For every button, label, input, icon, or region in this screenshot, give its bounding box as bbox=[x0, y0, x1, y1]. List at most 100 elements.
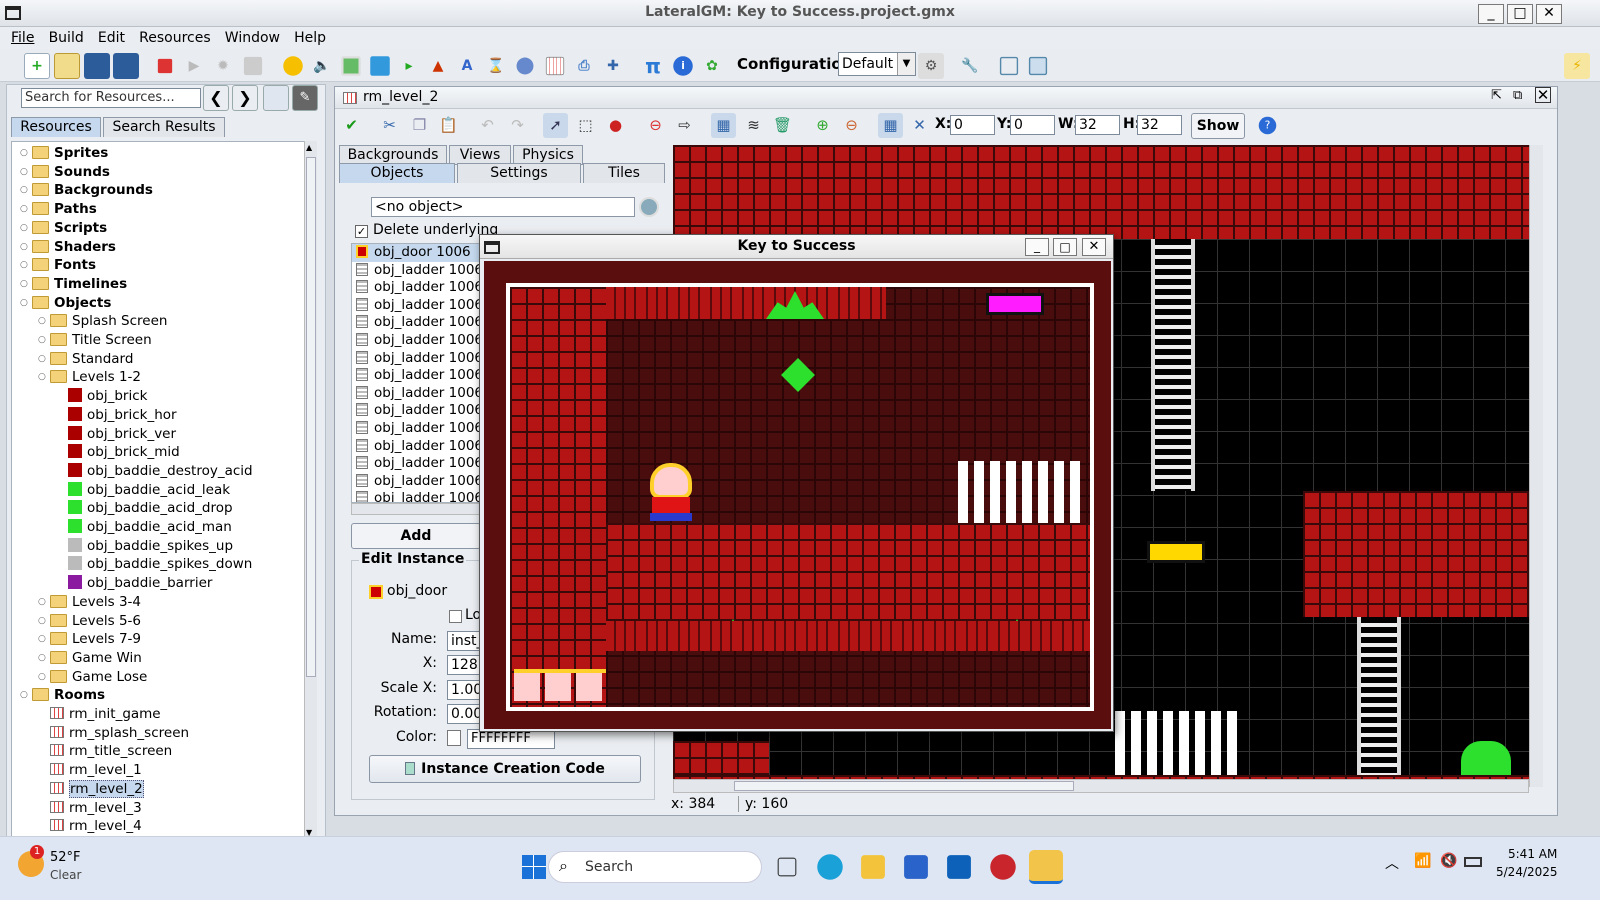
tree-item[interactable]: obj_brick bbox=[68, 387, 147, 405]
instance-item[interactable]: obj_ladder 1006 bbox=[352, 402, 480, 420]
instance-item[interactable]: obj_ladder 1006 bbox=[352, 279, 480, 297]
add-object-icon[interactable] bbox=[516, 57, 534, 75]
canvas-hscroll[interactable] bbox=[673, 779, 1529, 793]
add-sprite-icon[interactable] bbox=[283, 56, 303, 76]
delete-underlying-checkbox[interactable]: ✓ bbox=[355, 225, 368, 238]
stop-icon[interactable] bbox=[157, 58, 173, 74]
game-maximize-button[interactable]: □ bbox=[1053, 238, 1077, 256]
tree-item[interactable]: obj_baddie_acid_leak bbox=[68, 481, 230, 499]
instance-item[interactable]: obj_ladder 1006 bbox=[352, 385, 480, 403]
tree-item[interactable]: obj_baddie_acid_man bbox=[68, 518, 232, 536]
tree-item[interactable]: ○ Shaders bbox=[20, 238, 116, 256]
tree-item[interactable]: ○ Scripts bbox=[20, 219, 107, 237]
tree-item[interactable]: obj_brick_ver bbox=[68, 425, 176, 443]
tree-item[interactable]: rm_level_3 bbox=[50, 799, 142, 817]
expand-icon[interactable]: ○ bbox=[20, 219, 29, 237]
lock-checkbox[interactable] bbox=[449, 610, 462, 623]
maximize-button[interactable]: □ bbox=[1507, 4, 1533, 24]
instance-list[interactable]: obj_door 1006 obj_ladder 1006 obj_ladder 1… bbox=[351, 243, 481, 503]
room-close-icon[interactable]: ✕ bbox=[1535, 87, 1551, 103]
instance-item[interactable]: obj_ladder 1006 bbox=[352, 490, 480, 502]
preferences-icon[interactable]: 🔧 bbox=[957, 53, 983, 79]
expand-icon[interactable]: ○ bbox=[38, 331, 47, 349]
ok-icon[interactable]: ✔ bbox=[339, 113, 364, 138]
tab-objects[interactable]: Objects bbox=[339, 163, 455, 183]
add-extension-icon[interactable]: ✚ bbox=[600, 53, 626, 79]
expand-icon[interactable]: ○ bbox=[20, 163, 29, 181]
instance-item[interactable]: obj_ladder 1006 bbox=[352, 473, 480, 491]
instance-item[interactable]: obj_ladder 1006 bbox=[352, 350, 480, 368]
restore-icon[interactable]: ⧉ bbox=[1513, 88, 1522, 103]
objects-layer-icon[interactable]: ▦ bbox=[711, 113, 736, 138]
color-swatch[interactable] bbox=[447, 730, 461, 746]
tree-item[interactable]: rm_level_1 bbox=[50, 761, 142, 779]
run-icon[interactable]: ▶ bbox=[181, 53, 207, 79]
tree-item[interactable]: ○ Splash Screen bbox=[38, 312, 167, 330]
instance-item[interactable]: obj_ladder 1006 bbox=[352, 297, 480, 315]
grid-y-field[interactable]: 0 bbox=[1010, 115, 1055, 135]
instance-item[interactable]: obj_ladder 1006 bbox=[352, 262, 480, 280]
undo-icon[interactable]: ↶ bbox=[475, 113, 500, 138]
task-view-icon[interactable] bbox=[777, 857, 797, 877]
add-background-icon[interactable] bbox=[341, 56, 361, 76]
tree-item[interactable]: obj_baddie_spikes_down bbox=[68, 555, 252, 573]
tree-item[interactable]: ○ Fonts bbox=[20, 256, 96, 274]
isometric-icon[interactable]: ✕ bbox=[907, 113, 932, 138]
tree-item[interactable]: ○ Game Lose bbox=[38, 668, 147, 686]
tree-item[interactable]: obj_baddie_spikes_up bbox=[68, 537, 233, 555]
save-icon[interactable] bbox=[84, 53, 110, 79]
forward-button[interactable]: ❯ bbox=[232, 85, 258, 111]
tree-item[interactable]: ○ Levels 5-6 bbox=[38, 612, 141, 630]
tree-item[interactable]: ○ Timelines bbox=[20, 275, 127, 293]
build-icon[interactable] bbox=[243, 56, 263, 76]
instance-item[interactable]: obj_ladder 1006 bbox=[352, 420, 480, 438]
menu-help[interactable]: Help bbox=[289, 27, 331, 49]
layers-icon[interactable]: ≋ bbox=[741, 113, 766, 138]
file-explorer-icon[interactable] bbox=[861, 855, 885, 879]
menu-edit[interactable]: Edit bbox=[93, 27, 130, 49]
tree-item[interactable]: ○ Levels 3-4 bbox=[38, 593, 141, 611]
search-input[interactable]: Search for Resources... bbox=[21, 88, 201, 108]
chevron-up-icon[interactable]: ︿ bbox=[1385, 853, 1399, 873]
tree-item[interactable]: ○ Levels 1-2 bbox=[38, 368, 141, 386]
start-icon[interactable] bbox=[522, 855, 546, 879]
canvas-hscroll-thumb[interactable] bbox=[734, 781, 1074, 791]
tab-backgrounds[interactable]: Backgrounds bbox=[339, 145, 447, 165]
trash-icon[interactable]: 🗑 bbox=[770, 113, 795, 138]
tree-item[interactable]: ○ Paths bbox=[20, 200, 97, 218]
configuration-select[interactable]: Default ▼ bbox=[838, 52, 916, 76]
tree-item[interactable]: ○ Sounds bbox=[20, 163, 110, 181]
outlook-icon[interactable] bbox=[947, 855, 971, 879]
expand-icon[interactable]: ○ bbox=[20, 200, 29, 218]
paste-icon[interactable]: 📋 bbox=[436, 113, 461, 138]
zoom-out-icon[interactable]: ⊖ bbox=[839, 113, 864, 138]
add-include-icon[interactable]: ⎙ bbox=[571, 53, 597, 79]
expand-icon[interactable]: ○ bbox=[38, 593, 47, 611]
game-viewport[interactable] bbox=[484, 261, 1111, 729]
expand-icon[interactable]: ○ bbox=[20, 144, 29, 162]
add-sound-icon[interactable]: 🔈 bbox=[309, 53, 335, 79]
close-button[interactable]: ✕ bbox=[1536, 4, 1562, 24]
tree-scrollbar[interactable]: ▲ ▼ bbox=[304, 141, 317, 839]
redo-icon[interactable]: ↷ bbox=[505, 113, 530, 138]
debug-icon[interactable]: ✹ bbox=[210, 53, 236, 79]
instance-item[interactable]: obj_ladder 1006 bbox=[352, 438, 480, 456]
copy-icon[interactable]: ❐ bbox=[407, 113, 432, 138]
tree-item[interactable]: ○ Rooms bbox=[20, 686, 105, 704]
tree-item[interactable]: rm_init_game bbox=[50, 705, 161, 723]
instance-item[interactable]: obj_ladder 1006 bbox=[352, 455, 480, 473]
game-info-icon[interactable]: i bbox=[673, 56, 693, 76]
expand-icon[interactable]: ○ bbox=[20, 256, 29, 274]
edge-icon[interactable] bbox=[817, 854, 843, 880]
canvas-vscroll[interactable] bbox=[1529, 145, 1543, 787]
scroll-thumb[interactable] bbox=[306, 157, 316, 677]
tab-views[interactable]: Views bbox=[449, 145, 511, 165]
back-button[interactable]: ❮ bbox=[203, 85, 229, 111]
expand-icon[interactable]: ○ bbox=[38, 368, 47, 386]
object-picker-icon[interactable] bbox=[639, 197, 659, 217]
tab-search-results[interactable]: Search Results bbox=[103, 117, 225, 137]
detach-icon[interactable]: ⇱ bbox=[1491, 88, 1502, 103]
tree-item[interactable]: ○ Game Win bbox=[38, 649, 142, 667]
tree-item[interactable]: rm_level_4 bbox=[50, 817, 142, 835]
battery-icon[interactable] bbox=[1464, 857, 1482, 867]
